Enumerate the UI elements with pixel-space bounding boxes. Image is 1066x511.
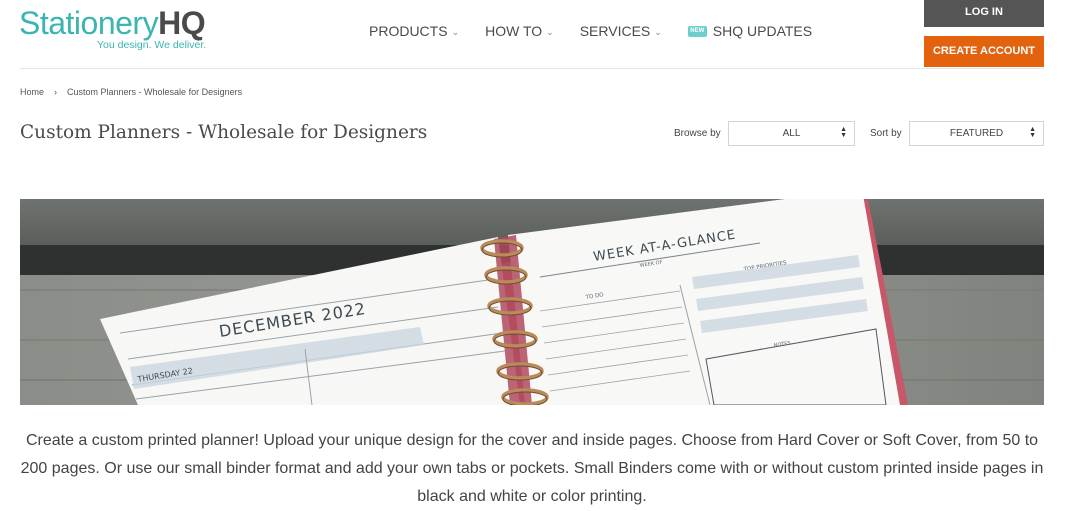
nav-services-label: SERVICES [579, 23, 651, 39]
site-header: StationeryHQ You design. We deliver. PRO… [0, 0, 1066, 69]
breadcrumb-separator: › [54, 87, 58, 97]
site-logo[interactable]: StationeryHQ You design. We deliver. [19, 3, 219, 53]
nav-shq-updates-label: SHQ UPDATES [712, 23, 813, 39]
category-banner-image: DECEMBER 2022 THURSDAY 22 WEEK AT-A-GLAN… [20, 199, 1044, 405]
chevron-down-icon: ⌄ [451, 26, 460, 37]
logo-tagline: You design. We deliver. [97, 39, 207, 51]
nav-how-to[interactable]: HOW TO ⌄ [485, 23, 554, 39]
logo-text-stationery: Stationery [19, 5, 159, 41]
logo-text-hq: HQ [158, 5, 206, 41]
planner-photo: DECEMBER 2022 THURSDAY 22 WEEK AT-A-GLAN… [20, 199, 1044, 405]
chevron-down-icon: ⌄ [546, 26, 554, 37]
login-button[interactable]: LOG IN [924, 0, 1044, 27]
nav-services[interactable]: SERVICES ⌄ [580, 23, 662, 39]
category-description: Create a custom printed planner! Upload … [20, 432, 1044, 505]
nav-products[interactable]: PRODUCTS ⌄ [369, 23, 459, 39]
sort-by-label: Sort by [870, 128, 902, 139]
sort-by-value: FEATURED [949, 128, 1004, 139]
nav-products-label: PRODUCTS [369, 23, 448, 39]
chevron-down-icon: ⌄ [654, 26, 662, 37]
browse-by-select[interactable]: ALL ▲ ▼ [728, 121, 855, 146]
header-divider [20, 68, 1044, 69]
sort-by-select[interactable]: FEATURED ▲ ▼ [909, 121, 1044, 146]
browse-by-value: ALL [782, 128, 801, 139]
breadcrumb-home[interactable]: Home [20, 87, 44, 97]
sort-arrows-icon: ▲ ▼ [840, 126, 847, 139]
breadcrumb: Home › Custom Planners - Wholesale for D… [20, 87, 242, 97]
sort-arrows-icon: ▲ ▼ [1029, 126, 1036, 139]
nav-shq-updates[interactable]: NEW SHQ UPDATES [687, 23, 813, 39]
new-badge: NEW [687, 25, 707, 37]
main-nav: PRODUCTS ⌄ HOW TO ⌄ SERVICES ⌄ NEW SHQ U… [369, 21, 838, 41]
nav-how-to-label: HOW TO [485, 23, 543, 39]
browse-by-label: Browse by [674, 128, 721, 139]
create-account-button[interactable]: CREATE ACCOUNT [924, 36, 1044, 67]
page-title: Custom Planners - Wholesale for Designer… [20, 122, 428, 143]
logo-wordmark: StationeryHQ [19, 3, 206, 43]
breadcrumb-current: Custom Planners - Wholesale for Designer… [67, 87, 243, 97]
